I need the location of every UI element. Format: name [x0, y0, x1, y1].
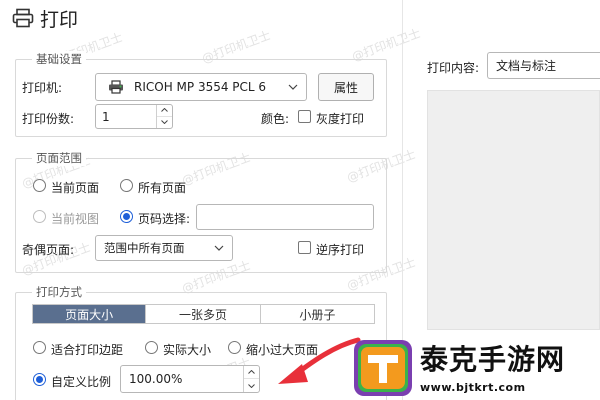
printer-device-icon: [109, 80, 123, 94]
tab-multi-page[interactable]: 一张多页: [146, 305, 261, 323]
red-arrow-icon: [278, 337, 361, 384]
current-page-radio[interactable]: [33, 179, 46, 192]
scale-value: 100.00%: [129, 372, 183, 386]
printer-select[interactable]: RICOH MP 3554 PCL 6: [95, 73, 307, 101]
page-range-legend: 页面范围: [32, 150, 86, 166]
print-preview-area: [427, 90, 600, 330]
tab-booklet[interactable]: 小册子: [261, 305, 374, 323]
printer-label: 打印机:: [22, 81, 63, 95]
chevron-down-icon: [288, 84, 298, 90]
odd-even-select[interactable]: 范围中所有页面: [95, 235, 233, 261]
current-view-radio[interactable]: [33, 210, 46, 223]
stepper-arrows: [243, 366, 259, 392]
reverse-print-checkbox[interactable]: [298, 241, 311, 254]
stepper-arrows: [156, 105, 172, 128]
print-content-select[interactable]: 文档与标注: [487, 52, 600, 79]
custom-scale-radio[interactable]: [33, 373, 46, 386]
copies-stepper[interactable]: 1: [95, 104, 173, 129]
reverse-print-label: 逆序打印: [316, 243, 365, 257]
stepper-down-icon[interactable]: [157, 117, 172, 129]
print-mode-legend: 打印方式: [32, 284, 86, 300]
all-pages-label: 所有页面: [138, 181, 187, 195]
scale-stepper[interactable]: 100.00%: [120, 365, 260, 393]
current-view-label: 当前视图: [51, 212, 100, 226]
page-select-input[interactable]: [196, 204, 374, 230]
window-title: 打印: [12, 4, 78, 32]
copies-value: 1: [102, 109, 110, 124]
stepper-up-icon[interactable]: [157, 105, 172, 117]
stepper-up-icon[interactable]: [244, 366, 259, 379]
fit-margins-radio[interactable]: [33, 341, 46, 354]
printer-icon: [12, 8, 34, 28]
stepper-down-icon[interactable]: [244, 379, 259, 392]
chevron-down-icon: [214, 245, 224, 251]
shrink-oversize-radio[interactable]: [228, 341, 241, 354]
site-logo-url: www.bjtkrt.com: [420, 381, 526, 394]
site-logo-text: 泰克手游网: [420, 343, 566, 376]
fit-margins-label: 适合打印边距: [51, 343, 124, 357]
site-logo-icon: [354, 340, 412, 396]
basic-settings-legend: 基础设置: [32, 51, 86, 67]
color-label: 颜色:: [261, 112, 290, 126]
print-mode-tabs: 页面大小 一张多页 小册子: [32, 304, 375, 324]
printer-select-value: RICOH MP 3554 PCL 6: [134, 80, 267, 94]
custom-scale-label: 自定义比例: [51, 375, 112, 389]
copies-label: 打印份数:: [22, 112, 75, 126]
actual-size-radio[interactable]: [145, 341, 158, 354]
grayscale-label: 灰度打印: [316, 112, 365, 126]
actual-size-label: 实际大小: [163, 343, 212, 357]
print-content-value: 文档与标注: [496, 59, 557, 73]
current-page-label: 当前页面: [51, 181, 100, 195]
page-title: 打印: [40, 8, 79, 31]
page-select-label: 页码选择:: [138, 212, 191, 226]
odd-even-value: 范围中所有页面: [104, 241, 185, 255]
odd-even-label: 奇偶页面:: [22, 243, 75, 257]
print-content-label: 打印内容:: [427, 61, 480, 75]
page-select-radio[interactable]: [120, 210, 133, 223]
all-pages-radio[interactable]: [120, 179, 133, 192]
grayscale-checkbox[interactable]: [298, 110, 311, 123]
tab-page-size[interactable]: 页面大小: [33, 305, 147, 323]
properties-button[interactable]: 属性: [318, 73, 374, 101]
